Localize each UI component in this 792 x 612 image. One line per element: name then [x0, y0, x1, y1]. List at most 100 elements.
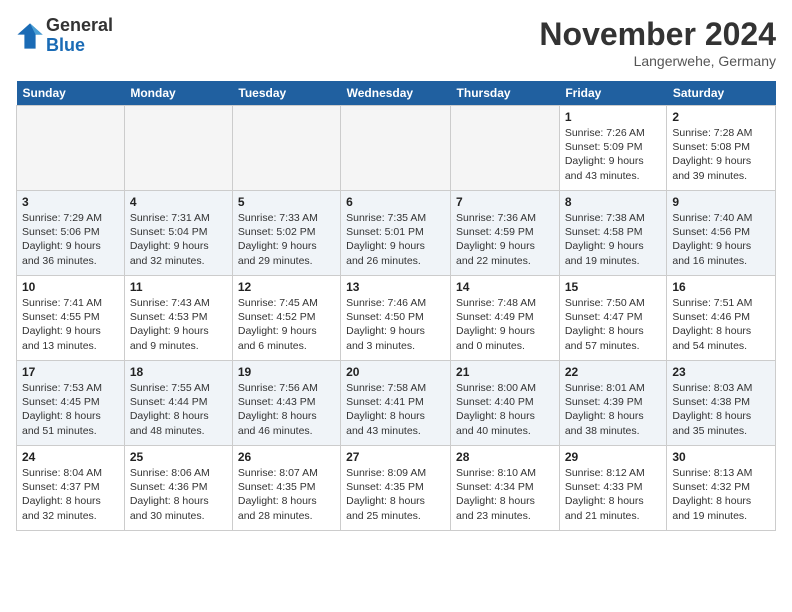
day-info: Sunrise: 7:33 AM Sunset: 5:02 PM Dayligh…	[238, 211, 335, 268]
calendar-cell	[124, 106, 232, 191]
day-info: Sunrise: 7:36 AM Sunset: 4:59 PM Dayligh…	[456, 211, 554, 268]
calendar-week-row: 10Sunrise: 7:41 AM Sunset: 4:55 PM Dayli…	[17, 276, 776, 361]
weekday-header-row: SundayMondayTuesdayWednesdayThursdayFrid…	[17, 81, 776, 106]
weekday-header-tuesday: Tuesday	[232, 81, 340, 106]
day-info: Sunrise: 8:10 AM Sunset: 4:34 PM Dayligh…	[456, 466, 554, 523]
calendar-cell: 29 Sunrise: 8:12 AM Sunset: 4:33 PM Dayli…	[559, 446, 667, 531]
day-info: Sunrise: 7:46 AM Sunset: 4:50 PM Dayligh…	[346, 296, 445, 353]
calendar-cell: 27Sunrise: 8:09 AM Sunset: 4:35 PM Dayli…	[341, 446, 451, 531]
day-info: Sunrise: 7:53 AM Sunset: 4:45 PM Dayligh…	[22, 381, 119, 438]
day-number: 4	[130, 195, 227, 209]
calendar-cell: 11Sunrise: 7:43 AM Sunset: 4:53 PM Dayli…	[124, 276, 232, 361]
day-info: Sunrise: 7:55 AM Sunset: 4:44 PM Dayligh…	[130, 381, 227, 438]
location: Langerwehe, Germany	[539, 53, 776, 69]
calendar-cell: 25 Sunrise: 8:06 AM Sunset: 4:36 PM Dayli…	[124, 446, 232, 531]
calendar-cell: 23 Sunrise: 8:03 AM Sunset: 4:38 PM Dayli…	[667, 361, 776, 446]
day-info: Sunrise: 7:51 AM Sunset: 4:46 PM Dayligh…	[672, 296, 770, 353]
day-number: 1	[565, 110, 662, 124]
calendar-cell	[232, 106, 340, 191]
calendar-cell: 16 Sunrise: 7:51 AM Sunset: 4:46 PM Dayli…	[667, 276, 776, 361]
logo-blue-text: Blue	[46, 35, 85, 55]
calendar-cell: 12 Sunrise: 7:45 AM Sunset: 4:52 PM Dayli…	[232, 276, 340, 361]
calendar-cell: 8Sunrise: 7:38 AM Sunset: 4:58 PM Daylig…	[559, 191, 667, 276]
weekday-header-sunday: Sunday	[17, 81, 125, 106]
weekday-header-friday: Friday	[559, 81, 667, 106]
calendar-cell: 13 Sunrise: 7:46 AM Sunset: 4:50 PM Dayli…	[341, 276, 451, 361]
logo-general-text: General	[46, 15, 113, 35]
calendar-cell: 28 Sunrise: 8:10 AM Sunset: 4:34 PM Dayli…	[451, 446, 560, 531]
day-number: 30	[672, 450, 770, 464]
day-info: Sunrise: 7:50 AM Sunset: 4:47 PM Dayligh…	[565, 296, 662, 353]
day-info: Sunrise: 7:26 AM Sunset: 5:09 PM Dayligh…	[565, 126, 662, 183]
day-number: 13	[346, 280, 445, 294]
calendar-cell: 1 Sunrise: 7:26 AM Sunset: 5:09 PM Daylig…	[559, 106, 667, 191]
calendar-cell: 5 Sunrise: 7:33 AM Sunset: 5:02 PM Daylig…	[232, 191, 340, 276]
day-info: Sunrise: 7:45 AM Sunset: 4:52 PM Dayligh…	[238, 296, 335, 353]
day-info: Sunrise: 7:56 AM Sunset: 4:43 PM Dayligh…	[238, 381, 335, 438]
day-info: Sunrise: 8:13 AM Sunset: 4:32 PM Dayligh…	[672, 466, 770, 523]
calendar-week-row: 1 Sunrise: 7:26 AM Sunset: 5:09 PM Daylig…	[17, 106, 776, 191]
calendar-cell: 19 Sunrise: 7:56 AM Sunset: 4:43 PM Dayli…	[232, 361, 340, 446]
day-number: 12	[238, 280, 335, 294]
calendar-cell: 3 Sunrise: 7:29 AM Sunset: 5:06 PM Daylig…	[17, 191, 125, 276]
day-info: Sunrise: 7:31 AM Sunset: 5:04 PM Dayligh…	[130, 211, 227, 268]
day-info: Sunrise: 8:06 AM Sunset: 4:36 PM Dayligh…	[130, 466, 227, 523]
day-number: 21	[456, 365, 554, 379]
day-number: 2	[672, 110, 770, 124]
calendar-table: SundayMondayTuesdayWednesdayThursdayFrid…	[16, 81, 776, 531]
page-header: General Blue November 2024 Langerwehe, G…	[16, 16, 776, 69]
day-number: 15	[565, 280, 662, 294]
calendar-week-row: 24Sunrise: 8:04 AM Sunset: 4:37 PM Dayli…	[17, 446, 776, 531]
day-number: 23	[672, 365, 770, 379]
day-info: Sunrise: 8:07 AM Sunset: 4:35 PM Dayligh…	[238, 466, 335, 523]
day-info: Sunrise: 8:00 AM Sunset: 4:40 PM Dayligh…	[456, 381, 554, 438]
day-number: 11	[130, 280, 227, 294]
month-title: November 2024	[539, 16, 776, 53]
day-number: 14	[456, 280, 554, 294]
calendar-cell: 21 Sunrise: 8:00 AM Sunset: 4:40 PM Dayli…	[451, 361, 560, 446]
day-info: Sunrise: 8:04 AM Sunset: 4:37 PM Dayligh…	[22, 466, 119, 523]
calendar-cell: 15 Sunrise: 7:50 AM Sunset: 4:47 PM Dayli…	[559, 276, 667, 361]
day-number: 26	[238, 450, 335, 464]
calendar-week-row: 17 Sunrise: 7:53 AM Sunset: 4:45 PM Dayli…	[17, 361, 776, 446]
day-number: 28	[456, 450, 554, 464]
day-number: 9	[672, 195, 770, 209]
day-number: 29	[565, 450, 662, 464]
calendar-cell: 24Sunrise: 8:04 AM Sunset: 4:37 PM Dayli…	[17, 446, 125, 531]
day-info: Sunrise: 8:09 AM Sunset: 4:35 PM Dayligh…	[346, 466, 445, 523]
day-number: 3	[22, 195, 119, 209]
calendar-cell	[451, 106, 560, 191]
calendar-cell: 26 Sunrise: 8:07 AM Sunset: 4:35 PM Dayli…	[232, 446, 340, 531]
day-number: 17	[22, 365, 119, 379]
day-number: 22	[565, 365, 662, 379]
calendar-cell	[17, 106, 125, 191]
calendar-cell: 9 Sunrise: 7:40 AM Sunset: 4:56 PM Daylig…	[667, 191, 776, 276]
day-info: Sunrise: 7:58 AM Sunset: 4:41 PM Dayligh…	[346, 381, 445, 438]
weekday-header-monday: Monday	[124, 81, 232, 106]
day-number: 5	[238, 195, 335, 209]
calendar-cell: 20 Sunrise: 7:58 AM Sunset: 4:41 PM Dayli…	[341, 361, 451, 446]
calendar-cell: 6 Sunrise: 7:35 AM Sunset: 5:01 PM Daylig…	[341, 191, 451, 276]
title-block: November 2024 Langerwehe, Germany	[539, 16, 776, 69]
day-info: Sunrise: 7:40 AM Sunset: 4:56 PM Dayligh…	[672, 211, 770, 268]
day-number: 6	[346, 195, 445, 209]
calendar-cell: 4 Sunrise: 7:31 AM Sunset: 5:04 PM Daylig…	[124, 191, 232, 276]
day-info: Sunrise: 7:38 AM Sunset: 4:58 PM Dayligh…	[565, 211, 662, 268]
day-info: Sunrise: 8:12 AM Sunset: 4:33 PM Dayligh…	[565, 466, 662, 523]
logo-icon	[16, 22, 44, 50]
weekday-header-thursday: Thursday	[451, 81, 560, 106]
day-info: Sunrise: 8:01 AM Sunset: 4:39 PM Dayligh…	[565, 381, 662, 438]
day-info: Sunrise: 7:28 AM Sunset: 5:08 PM Dayligh…	[672, 126, 770, 183]
calendar-cell	[341, 106, 451, 191]
calendar-cell: 17 Sunrise: 7:53 AM Sunset: 4:45 PM Dayli…	[17, 361, 125, 446]
day-info: Sunrise: 7:29 AM Sunset: 5:06 PM Dayligh…	[22, 211, 119, 268]
calendar-cell: 30 Sunrise: 8:13 AM Sunset: 4:32 PM Dayli…	[667, 446, 776, 531]
day-number: 20	[346, 365, 445, 379]
day-info: Sunrise: 7:35 AM Sunset: 5:01 PM Dayligh…	[346, 211, 445, 268]
day-number: 25	[130, 450, 227, 464]
day-number: 19	[238, 365, 335, 379]
day-number: 16	[672, 280, 770, 294]
day-info: Sunrise: 8:03 AM Sunset: 4:38 PM Dayligh…	[672, 381, 770, 438]
calendar-cell: 14 Sunrise: 7:48 AM Sunset: 4:49 PM Dayli…	[451, 276, 560, 361]
day-info: Sunrise: 7:48 AM Sunset: 4:49 PM Dayligh…	[456, 296, 554, 353]
